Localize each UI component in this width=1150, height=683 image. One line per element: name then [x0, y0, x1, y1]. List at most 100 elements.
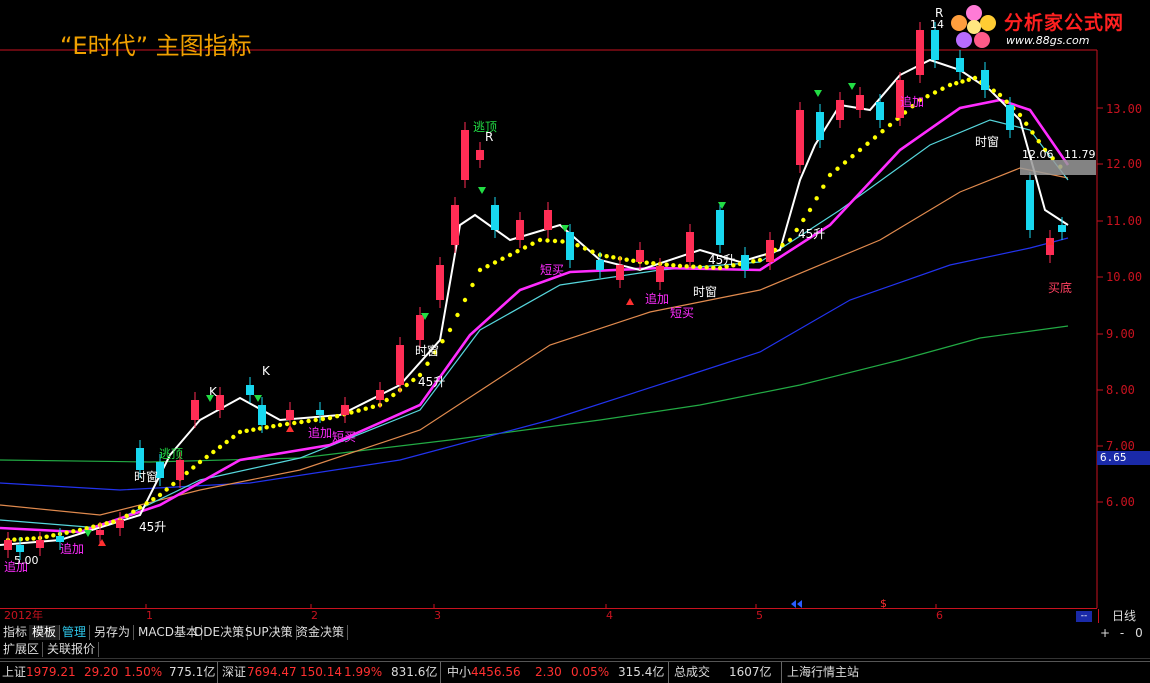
- candle-body: [836, 100, 844, 120]
- stop-dot: [1024, 121, 1029, 126]
- stop-dot: [384, 397, 389, 403]
- stop-dot: [801, 217, 806, 223]
- sz-amount: 831.6亿: [391, 665, 438, 679]
- stop-dot: [264, 425, 269, 430]
- stop-dot: [124, 513, 129, 519]
- time-axis-label: 3: [434, 609, 441, 622]
- candle-body: [516, 220, 524, 240]
- tab-template[interactable]: 模板: [29, 625, 61, 640]
- candle-body: [491, 205, 499, 230]
- tab-related-quotes[interactable]: 关联报价: [44, 642, 100, 657]
- flower-logo-icon: [951, 5, 996, 48]
- stop-dot: [684, 264, 689, 269]
- stop-dot: [51, 533, 56, 538]
- stop-dot: [191, 465, 196, 470]
- candle-body: [876, 102, 884, 120]
- candle-body: [816, 112, 824, 140]
- stop-dot: [224, 439, 229, 445]
- stop-dot: [850, 154, 855, 159]
- period-button[interactable]: 日线: [1098, 609, 1149, 623]
- price-band: [1020, 160, 1096, 175]
- stop-dot: [370, 404, 376, 410]
- tab-bar: 指标 模板 管理 另存为 MACD基本 DDE决策 SUP决策 资金决策: [0, 625, 1150, 641]
- candle-body: [341, 405, 349, 415]
- candle-body: [316, 410, 324, 415]
- rise-45-label: 45升: [708, 253, 735, 267]
- stop-dot: [552, 238, 558, 244]
- stop-dot: [217, 444, 223, 450]
- stop-dot: [492, 260, 498, 265]
- logo: 分析家公式网 www.88gs.com: [946, 2, 1146, 52]
- stop-dot: [320, 416, 326, 422]
- stop-dot: [131, 509, 136, 514]
- candle-body: [216, 395, 224, 410]
- stop-dot: [284, 421, 290, 427]
- stop-dot: [349, 410, 354, 415]
- stop-dot: [204, 454, 209, 460]
- stop-dot: [211, 449, 216, 455]
- zoom-in-button[interactable]: +: [1098, 626, 1112, 640]
- candle-body: [258, 405, 266, 425]
- scroll-button[interactable]: --: [1076, 611, 1092, 622]
- stop-dot: [644, 260, 649, 265]
- stop-dot: [887, 122, 893, 128]
- stop-dot: [872, 135, 878, 140]
- price-chart[interactable]: 逃顶逃顶时窗时窗时窗时窗追加追加追加追加追加短买短买短买买底45升45升45升4…: [0, 0, 1150, 608]
- rise-45-label: 45升: [418, 375, 445, 389]
- total-label: 总成交: [674, 665, 711, 679]
- zoom-out-button[interactable]: -: [1115, 626, 1129, 640]
- candle-body: [436, 265, 444, 300]
- reset-button[interactable]: 0: [1132, 626, 1146, 640]
- tab-extension[interactable]: 扩展区: [0, 642, 44, 657]
- candle-body: [596, 260, 604, 270]
- stop-dot: [111, 519, 116, 524]
- stop-dot: [954, 81, 959, 86]
- stop-dot: [624, 257, 629, 262]
- stop-dot: [500, 256, 505, 261]
- stop-dot: [25, 536, 30, 541]
- price-axis-label: 13.00: [1106, 102, 1143, 116]
- stop-dot: [440, 339, 445, 344]
- stop-dot: [157, 492, 163, 498]
- stop-dot: [947, 82, 953, 88]
- tab-dde[interactable]: DDE决策: [191, 625, 249, 640]
- tab-save-as[interactable]: 另存为: [91, 625, 135, 640]
- price-axis-label: 8.00: [1106, 383, 1135, 397]
- stop-dot: [104, 521, 109, 526]
- stop-dot: [151, 496, 156, 502]
- down-arrow-icon: [254, 395, 262, 402]
- stop-dot: [251, 427, 256, 432]
- tab-manage[interactable]: 管理: [59, 625, 91, 640]
- label-1206: 12.06: [1022, 148, 1054, 161]
- time-window-label: 时窗: [134, 470, 158, 484]
- candle-body: [376, 390, 384, 400]
- sz-label: 深证: [222, 665, 247, 679]
- candle-body: [636, 250, 644, 262]
- zx-value: 4456.56: [471, 665, 521, 679]
- label-1179: 11.79: [1064, 148, 1096, 161]
- rise-45-label: 45升: [798, 227, 825, 241]
- stop-dot: [91, 524, 96, 529]
- tab-sup[interactable]: SUP决策: [242, 625, 297, 640]
- stop-dot: [530, 241, 535, 246]
- candle-body: [286, 410, 294, 420]
- logo-url: www.88gs.com: [1006, 34, 1090, 47]
- add-buy-label: 追加: [900, 94, 924, 109]
- tab-indicator[interactable]: 指标: [0, 625, 32, 640]
- candle-body: [796, 110, 804, 165]
- stop-dot: [18, 537, 23, 542]
- candle-body: [451, 205, 459, 245]
- candle-body: [1058, 225, 1066, 232]
- sh-value: 1979.21: [26, 665, 76, 679]
- tab-fund[interactable]: 资金决策: [293, 625, 349, 640]
- time-axis-label: 6: [936, 609, 943, 622]
- stop-dot: [827, 172, 833, 178]
- dollar-mark: $: [880, 597, 887, 608]
- candle-body: [766, 240, 774, 262]
- short-buy-label: 短买: [670, 306, 694, 320]
- stop-dot: [237, 429, 243, 435]
- stop-dot: [1004, 99, 1009, 104]
- secondary-tab-bar: 扩展区 关联报价: [0, 642, 1150, 659]
- stop-dot: [404, 382, 409, 388]
- candle-body: [116, 520, 124, 528]
